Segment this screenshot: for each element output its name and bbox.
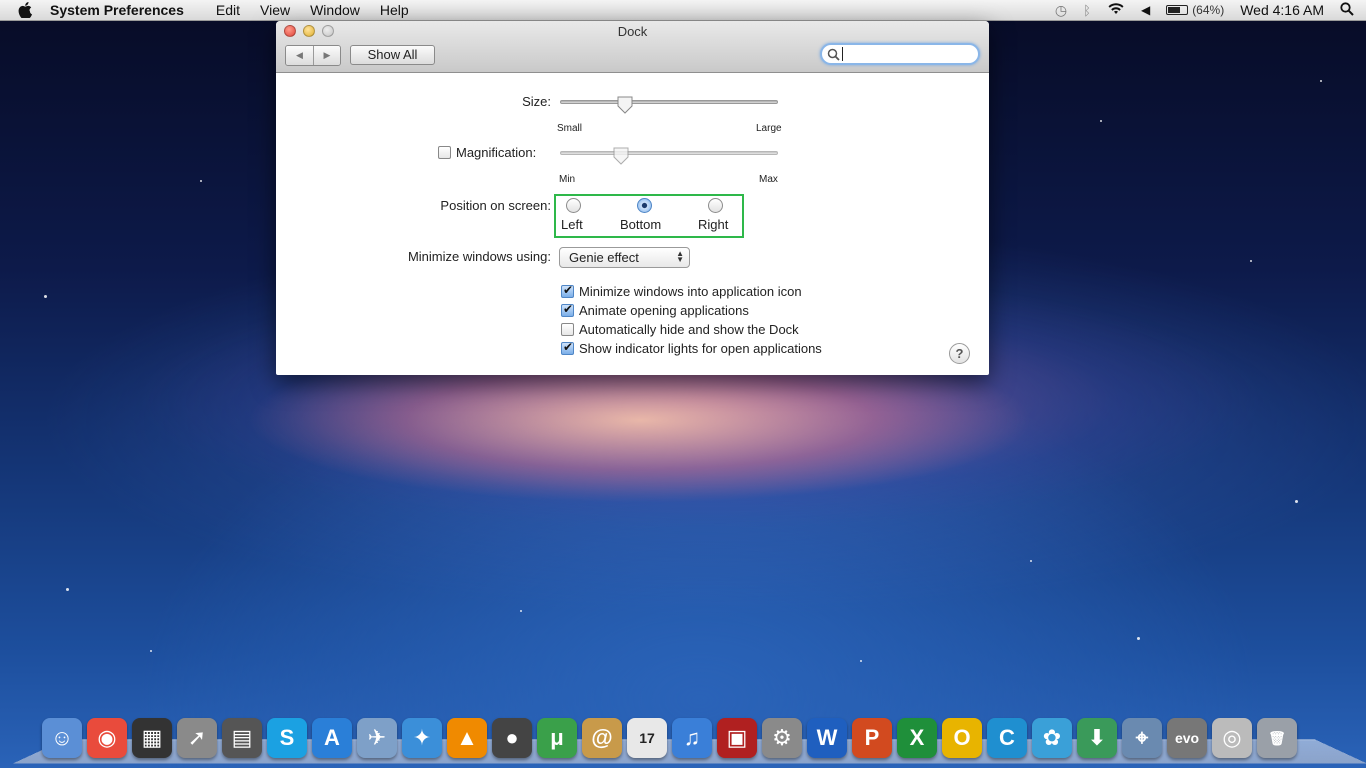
size-min-label: Small bbox=[557, 123, 583, 134]
final-cut-icon[interactable]: ▦ bbox=[132, 718, 172, 758]
app-store-icon[interactable]: A bbox=[312, 718, 352, 758]
minimize-effect-value: Genie effect bbox=[569, 250, 639, 265]
chrome-icon[interactable]: ◉ bbox=[87, 718, 127, 758]
position-right-label: Right bbox=[698, 217, 729, 232]
size-slider[interactable] bbox=[560, 100, 778, 104]
battery-percent: (64%) bbox=[1192, 3, 1225, 17]
word-icon[interactable]: W bbox=[807, 718, 847, 758]
back-button[interactable]: ◀ bbox=[286, 46, 313, 65]
camera-icon[interactable]: ◎ bbox=[1212, 718, 1252, 758]
apple-menu-icon[interactable] bbox=[18, 2, 36, 18]
position-bottom-label: Bottom bbox=[620, 217, 662, 232]
dock-preferences-window: Dock ◀ ▶ Show All Size: Small Large Magn… bbox=[276, 21, 989, 375]
messenger-icon[interactable]: ✿ bbox=[1032, 718, 1072, 758]
utorrent-icon[interactable]: μ bbox=[537, 718, 577, 758]
trash-icon[interactable]: 🗑 bbox=[1257, 718, 1297, 758]
finder-icon[interactable]: ☺ bbox=[42, 718, 82, 758]
system-preferences-icon[interactable]: ⚙ bbox=[762, 718, 802, 758]
position-left-radio[interactable] bbox=[566, 198, 581, 213]
position-left-label: Left bbox=[561, 217, 583, 232]
show-all-button[interactable]: Show All bbox=[350, 45, 435, 65]
text-cursor bbox=[842, 47, 843, 61]
size-max-label: Large bbox=[756, 123, 782, 134]
excel-icon[interactable]: X bbox=[897, 718, 937, 758]
vlc-icon[interactable]: ▲ bbox=[447, 718, 487, 758]
help-button[interactable]: ? bbox=[949, 343, 970, 364]
position-bottom-radio[interactable] bbox=[637, 198, 652, 213]
time-machine-icon[interactable]: ◷ bbox=[1055, 2, 1067, 19]
itunes-icon[interactable]: ♫ bbox=[672, 718, 712, 758]
forward-button[interactable]: ▶ bbox=[313, 46, 340, 65]
ical-icon[interactable]: 17 bbox=[627, 718, 667, 758]
autohide-dock-label: Automatically hide and show the Dock bbox=[579, 322, 799, 337]
launchpad-icon[interactable]: ➚ bbox=[177, 718, 217, 758]
size-label: Size: bbox=[522, 94, 551, 109]
safari-icon[interactable]: ✦ bbox=[402, 718, 442, 758]
menu-bar: System Preferences Edit View Window Help… bbox=[0, 0, 1366, 21]
window-toolbar: Dock ◀ ▶ Show All bbox=[276, 21, 989, 73]
minimize-into-icon-label: Minimize windows into application icon bbox=[579, 284, 802, 299]
magnification-max-label: Max bbox=[759, 174, 778, 185]
menu-help[interactable]: Help bbox=[380, 2, 409, 18]
battery-icon bbox=[1166, 5, 1189, 15]
search-icon bbox=[827, 48, 840, 61]
magnification-slider-thumb[interactable] bbox=[612, 147, 630, 165]
skype-icon[interactable]: S bbox=[267, 718, 307, 758]
autohide-dock-checkbox[interactable] bbox=[561, 323, 574, 336]
dashboard-icon[interactable]: ▤ bbox=[222, 718, 262, 758]
wifi-icon[interactable] bbox=[1107, 2, 1125, 18]
magnification-min-label: Min bbox=[559, 174, 576, 185]
communicator-icon[interactable]: C bbox=[987, 718, 1027, 758]
animate-opening-label: Animate opening applications bbox=[579, 303, 749, 318]
animate-opening-checkbox[interactable] bbox=[561, 302, 574, 317]
volume-icon[interactable]: ◀ bbox=[1141, 3, 1150, 17]
bluetooth-icon[interactable]: ᛒ bbox=[1083, 3, 1091, 18]
indicator-lights-label: Show indicator lights for open applicati… bbox=[579, 341, 822, 356]
position-label: Position on screen: bbox=[440, 198, 551, 213]
battery-status[interactable]: (64%) bbox=[1166, 3, 1224, 17]
menu-window[interactable]: Window bbox=[310, 2, 360, 18]
position-right-radio[interactable] bbox=[708, 198, 723, 213]
magnification-slider[interactable] bbox=[560, 151, 778, 155]
preview-icon[interactable]: ✈ bbox=[357, 718, 397, 758]
dock-settings-pane: Size: Small Large Magnification: Min Max… bbox=[276, 73, 989, 375]
indicator-lights-checkbox[interactable] bbox=[561, 340, 574, 355]
nav-buttons: ◀ ▶ bbox=[285, 45, 341, 66]
photo-booth-icon[interactable]: ▣ bbox=[717, 718, 757, 758]
search-field[interactable] bbox=[820, 43, 980, 65]
minimize-using-label: Minimize windows using: bbox=[407, 249, 551, 264]
minimize-into-icon-checkbox[interactable] bbox=[561, 283, 574, 298]
menu-view[interactable]: View bbox=[260, 2, 290, 18]
facetime-icon[interactable]: ● bbox=[492, 718, 532, 758]
spotlight-icon[interactable] bbox=[1340, 1, 1354, 19]
popup-arrows-icon: ▲ ▼ bbox=[676, 249, 684, 264]
dock: ☺ ◉ ▦ ➚ ▤ S A ✈ ✦ ▲ ● μ @17 ♫ ▣ ⚙ W P X O C ✿ ⬇ ⌖ evo ◎ 🗑 bbox=[42, 716, 1297, 758]
menu-edit[interactable]: Edit bbox=[216, 2, 240, 18]
menu-app-name[interactable]: System Preferences bbox=[50, 2, 184, 18]
window-title: Dock bbox=[617, 24, 648, 39]
minimize-effect-popup[interactable]: Genie effect ▲ ▼ bbox=[559, 247, 690, 268]
evo-icon[interactable]: evo bbox=[1167, 718, 1207, 758]
address-book-icon[interactable]: @ bbox=[582, 718, 622, 758]
size-slider-thumb[interactable] bbox=[616, 96, 634, 114]
magnification-checkbox[interactable] bbox=[438, 146, 451, 159]
network-icon[interactable]: ⌖ bbox=[1122, 718, 1162, 758]
clock[interactable]: Wed 4:16 AM bbox=[1240, 2, 1324, 18]
downloads-icon[interactable]: ⬇ bbox=[1077, 718, 1117, 758]
outlook-icon[interactable]: O bbox=[942, 718, 982, 758]
magnification-label: Magnification: bbox=[456, 145, 537, 160]
powerpoint-icon[interactable]: P bbox=[852, 718, 892, 758]
